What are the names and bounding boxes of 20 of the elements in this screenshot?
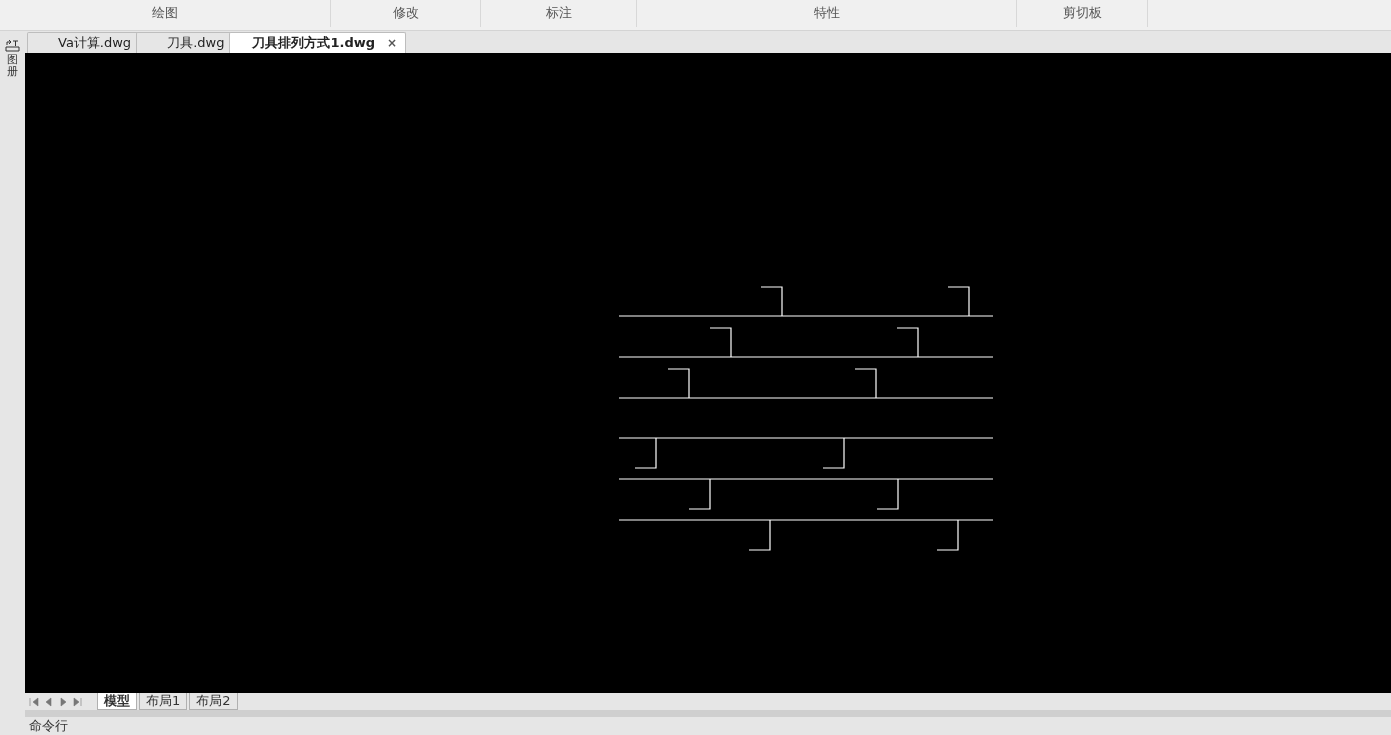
tab-title: Va计算.dwg: [58, 34, 132, 52]
ribbon-group-label: 修改: [331, 0, 481, 27]
layout-tab[interactable]: 布局1: [139, 693, 188, 710]
tab-navigation-icon[interactable]: [57, 696, 69, 707]
tab-title: 刀具排列方式1.dwg: [252, 34, 375, 52]
close-icon[interactable]: ×: [387, 36, 398, 50]
side-toolbar-label[interactable]: 图册: [6, 54, 19, 78]
ribbon-group-label: 特性: [637, 0, 1017, 27]
command-line-label: 命令行: [29, 717, 68, 735]
toolbar-icon[interactable]: [5, 39, 20, 53]
tab-title: 刀具.dwg: [167, 34, 225, 52]
tab-navigation-icon[interactable]: [43, 696, 55, 707]
ribbon-group-label: 绘图: [0, 0, 331, 27]
tab-navigation-icon[interactable]: [71, 696, 83, 707]
layout-tab[interactable]: 布局2: [189, 693, 238, 710]
ribbon-group-label: 剪切板: [1017, 0, 1148, 27]
layout-tab[interactable]: 模型: [97, 693, 137, 710]
document-tab[interactable]: 刀具排列方式1.dwg ×: [229, 32, 407, 53]
ribbon-group-label: 标注: [481, 0, 637, 27]
tab-navigation-icon[interactable]: [29, 696, 41, 707]
